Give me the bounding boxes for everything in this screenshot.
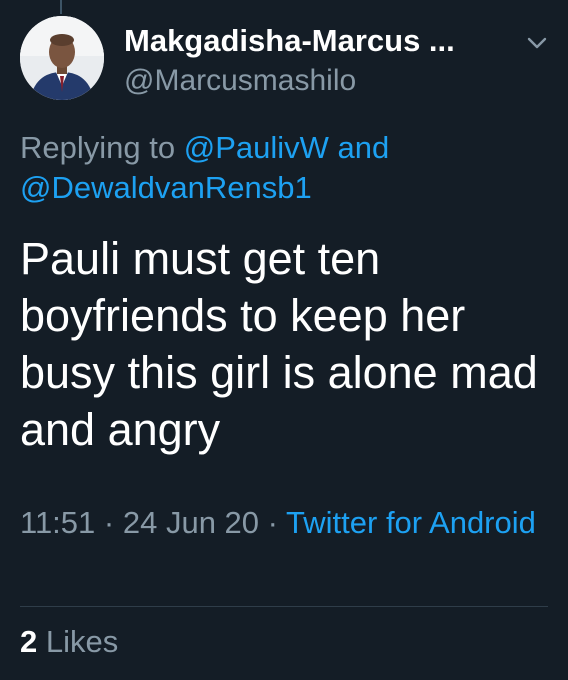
- avatar-photo-icon: [20, 16, 104, 100]
- likes-label: Likes: [45, 624, 119, 659]
- mention-link-dewaldvanrensb1[interactable]: @DewaldvanRensb1: [20, 170, 312, 205]
- avatar[interactable]: [20, 16, 104, 100]
- thread-connector-line: [60, 0, 62, 14]
- tweet-source-link[interactable]: Twitter for Android: [286, 505, 536, 540]
- likes-stat[interactable]: 2 Likes: [20, 622, 118, 662]
- tweet-time[interactable]: 11:51: [20, 505, 95, 540]
- author-handle[interactable]: @Marcusmashilo: [124, 62, 510, 100]
- author-names: Makgadisha-Marcus ... @Marcusmashilo: [124, 22, 510, 100]
- tweet-detail-view: Makgadisha-Marcus ... @Marcusmashilo Rep…: [0, 0, 568, 680]
- tweet-header: Makgadisha-Marcus ... @Marcusmashilo: [20, 16, 550, 104]
- meta-separator-1: ·: [103, 505, 115, 540]
- chevron-down-icon[interactable]: [524, 30, 550, 56]
- replying-to-line: Replying to @PaulivW and @DewaldvanRensb1: [20, 128, 548, 208]
- mention-link-paulivw[interactable]: @PaulivW: [184, 130, 329, 165]
- stats-divider: [20, 606, 548, 607]
- replying-to-joiner: and: [337, 130, 390, 165]
- author-display-name[interactable]: Makgadisha-Marcus ...: [124, 22, 510, 60]
- tweet-date[interactable]: 24 Jun 20: [123, 505, 259, 540]
- meta-separator-2: ·: [267, 505, 278, 540]
- tweet-meta: 11:51 · 24 Jun 20 · Twitter for Android: [20, 500, 548, 545]
- replying-to-label: Replying to: [20, 130, 176, 165]
- likes-count: 2: [20, 624, 38, 659]
- tweet-body-text: Pauli must get ten boyfriends to keep he…: [20, 233, 538, 455]
